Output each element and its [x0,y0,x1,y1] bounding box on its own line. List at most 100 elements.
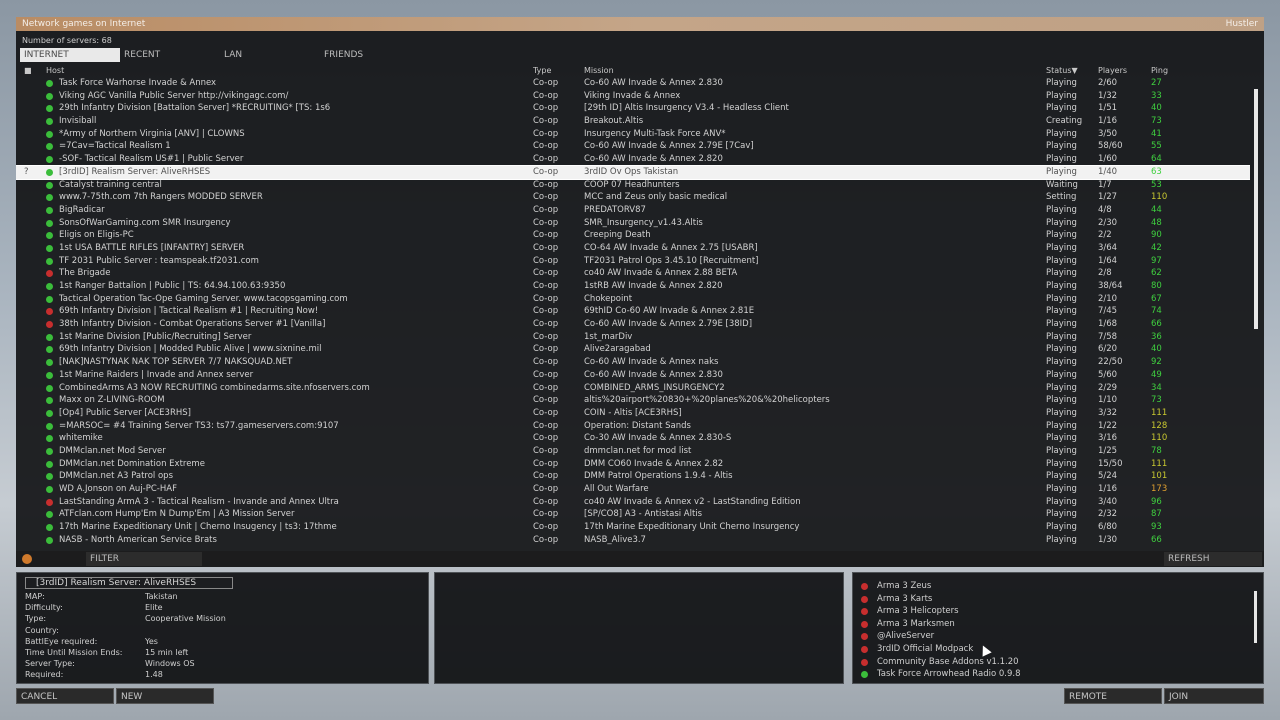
server-row[interactable]: Eligis on Eligis-PC Co-op Creeping Death Pl… [16,229,1250,242]
new-button[interactable]: NEW [116,688,214,704]
server-row[interactable]: 69th Infantry Division | Modded Public A… [16,343,1250,356]
status-dot-icon [46,333,53,341]
join-button[interactable]: JOIN [1164,688,1264,704]
server-host: Task Force Warhorse Invade & Annex [59,78,217,88]
server-row[interactable]: 69th Infantry Division | Tactical Realis… [16,305,1250,318]
server-players: 15/50 [1098,458,1123,469]
server-row[interactable]: Viking AGC Vanilla Public Server http://… [16,90,1250,103]
column-mission[interactable]: Mission [584,66,614,75]
server-row[interactable]: 1st Ranger Battalion | Public | TS: 64.9… [16,280,1250,293]
server-row[interactable]: DMMclan.net Mod Server Co-op dmmclan.net f… [16,445,1250,458]
server-mission: COMBINED_ARMS_INSURGENCY2 [584,382,725,393]
column-ping[interactable]: Ping [1151,66,1168,75]
server-row[interactable]: ATFclan.com Hump'Em N Dump'Em | A3 Missi… [16,508,1250,521]
server-row[interactable]: Tactical Operation Tac-Ope Gaming Server… [16,293,1250,306]
server-ping: 66 [1151,319,1162,330]
server-status: Playing [1046,344,1077,355]
server-row[interactable]: 38th Infantry Division - Combat Operatio… [16,318,1250,331]
server-row[interactable]: *Army of Northern Virginia [ANV] | CLOWN… [16,128,1250,141]
server-row[interactable]: 1st Marine Raiders | Invade and Annex se… [16,369,1250,382]
server-row[interactable]: NASB - North American Service Brats Co-op… [16,534,1250,547]
server-players: 2/32 [1098,509,1118,520]
tab-recent[interactable]: RECENT [120,48,220,62]
column-type[interactable]: Type [533,66,551,75]
server-row[interactable]: DMMclan.net A3 Patrol ops Co-op DMM Patrol… [16,470,1250,483]
server-players: 1/7 [1098,179,1112,190]
server-row[interactable]: =MARSOC= #4 Training Server TS3: ts77.ga… [16,420,1250,433]
status-dot-icon [46,511,53,519]
server-row[interactable]: whitemike Co-op Co-30 AW Invade & Annex 2.… [16,432,1250,445]
server-row[interactable]: Catalyst training central Co-op COOP 07 He… [16,179,1250,192]
server-row[interactable]: =7Cav=Tactical Realism 1 Co-op Co-60 AW In… [16,140,1250,153]
server-ping: 93 [1151,522,1162,533]
server-mission: Co-60 AW Invade & Annex 2.830 [584,78,723,88]
server-row[interactable]: TF 2031 Public Server : teamspeak.tf2031… [16,255,1250,268]
detail-key: Time Until Mission Ends: [25,648,123,657]
server-row[interactable]: BigRadicar Co-op PREDATORV87 Playing 4/8 44 [16,204,1250,217]
server-details-panel: [3rdID] Realism Server: AliveRHSES MAP: T… [16,572,429,684]
status-dot-icon [46,181,53,189]
mod-name: Task Force Arrowhead Radio 0.9.8 [877,669,1021,680]
status-dot-icon [46,143,53,151]
server-row[interactable]: [Op4] Public Server [ACE3RHS] Co-op COIN -… [16,407,1250,420]
server-type: Co-op [533,204,559,215]
server-players: 1/27 [1098,192,1118,203]
server-row[interactable]: DMMclan.net Domination Extreme Co-op DMM C… [16,458,1250,471]
server-type: Co-op [533,128,559,139]
server-players: 7/58 [1098,331,1118,342]
status-dot-icon [46,270,53,278]
server-mission: [SP/CO8] A3 - Antistasi Altis [584,509,703,520]
refresh-button[interactable]: REFRESH [1164,552,1262,566]
tab-internet[interactable]: INTERNET [20,48,120,62]
tab-friends[interactable]: FRIENDS [320,48,420,62]
server-host: 69th Infantry Division | Modded Public A… [59,344,322,355]
tab-lan[interactable]: LAN [220,48,320,62]
column-host[interactable]: Host [46,66,64,75]
server-host: 38th Infantry Division - Combat Operatio… [59,319,326,330]
status-dot-icon [46,257,53,265]
mod-status-icon [861,658,868,666]
server-row[interactable]: 1st USA BATTLE RIFLES [INFANTRY] SERVER C… [16,242,1250,255]
cancel-button[interactable]: CANCEL [16,688,114,704]
server-host: DMMclan.net Mod Server [59,445,166,456]
server-row[interactable]: Task Force Warhorse Invade & Annex Co-op C… [16,77,1250,90]
server-players: 6/80 [1098,522,1118,533]
column-players[interactable]: Players [1098,66,1127,75]
server-players: 2/30 [1098,217,1118,228]
server-mission: 3rdID Ov Ops Takistan [584,166,679,177]
server-row[interactable]: 1st Marine Division [Public/Recruiting] … [16,331,1250,344]
server-mission: Co-60 AW Invade & Annex 2.820 [584,154,723,165]
server-status: Playing [1046,255,1077,266]
server-row[interactable]: [3rdID] Realism Server: AliveRHSES Co-op 3… [16,164,1250,180]
server-type: Co-op [533,293,559,304]
mods-scrollbar[interactable] [1254,591,1257,643]
server-players: 5/24 [1098,471,1118,482]
filter-button[interactable]: FILTER [86,552,202,566]
server-row[interactable]: 17th Marine Expeditionary Unit | Cherno … [16,521,1250,534]
column-status[interactable]: Status▼ [1046,66,1078,75]
server-row[interactable]: Invisiball Co-op Breakout.Altis Creating 1/1… [16,115,1250,128]
server-row[interactable]: [NAK]NASTYNAK NAK TOP SERVER 7/7 NAKSQUA… [16,356,1250,369]
server-list-scrollbar[interactable] [1254,89,1258,329]
server-row[interactable]: SonsOfWarGaming.com SMR Insurgency Co-op S… [16,217,1250,230]
server-row[interactable]: -SOF- Tactical Realism US#1 | Public Ser… [16,153,1250,166]
server-ping: 80 [1151,281,1162,291]
server-status: Playing [1046,407,1077,418]
mod-status-icon [861,608,868,616]
favorite-marker[interactable]: ? [24,166,29,179]
server-row[interactable]: CombinedArms A3 NOW RECRUITING combineda… [16,382,1250,395]
server-row[interactable]: 29th Infantry Division [Battalion Server… [16,102,1250,115]
remote-button[interactable]: REMOTE [1064,688,1162,704]
server-host: =MARSOC= #4 Training Server TS3: ts77.ga… [59,420,339,431]
server-status: Playing [1046,268,1077,279]
server-row[interactable]: LastStanding ArmA 3 - Tactical Realism -… [16,496,1250,509]
select-all-checkbox[interactable]: ■ [24,66,32,75]
server-row[interactable]: www.7-75th.com 7th Rangers MODDED SERVER… [16,191,1250,204]
detail-key: Type: [25,614,47,624]
filter-icon[interactable] [22,554,32,564]
server-row[interactable]: The Brigade Co-op co40 AW Invade & Annex 2… [16,267,1250,280]
server-row[interactable]: WD A.Jonson on Auj-PC-HAF Co-op All Out Wa… [16,483,1250,496]
server-ping: 110 [1151,433,1168,444]
server-ping: 73 [1151,116,1162,127]
server-row[interactable]: Maxx on Z-LIVING-ROOM Co-op altis%20airpor… [16,394,1250,407]
